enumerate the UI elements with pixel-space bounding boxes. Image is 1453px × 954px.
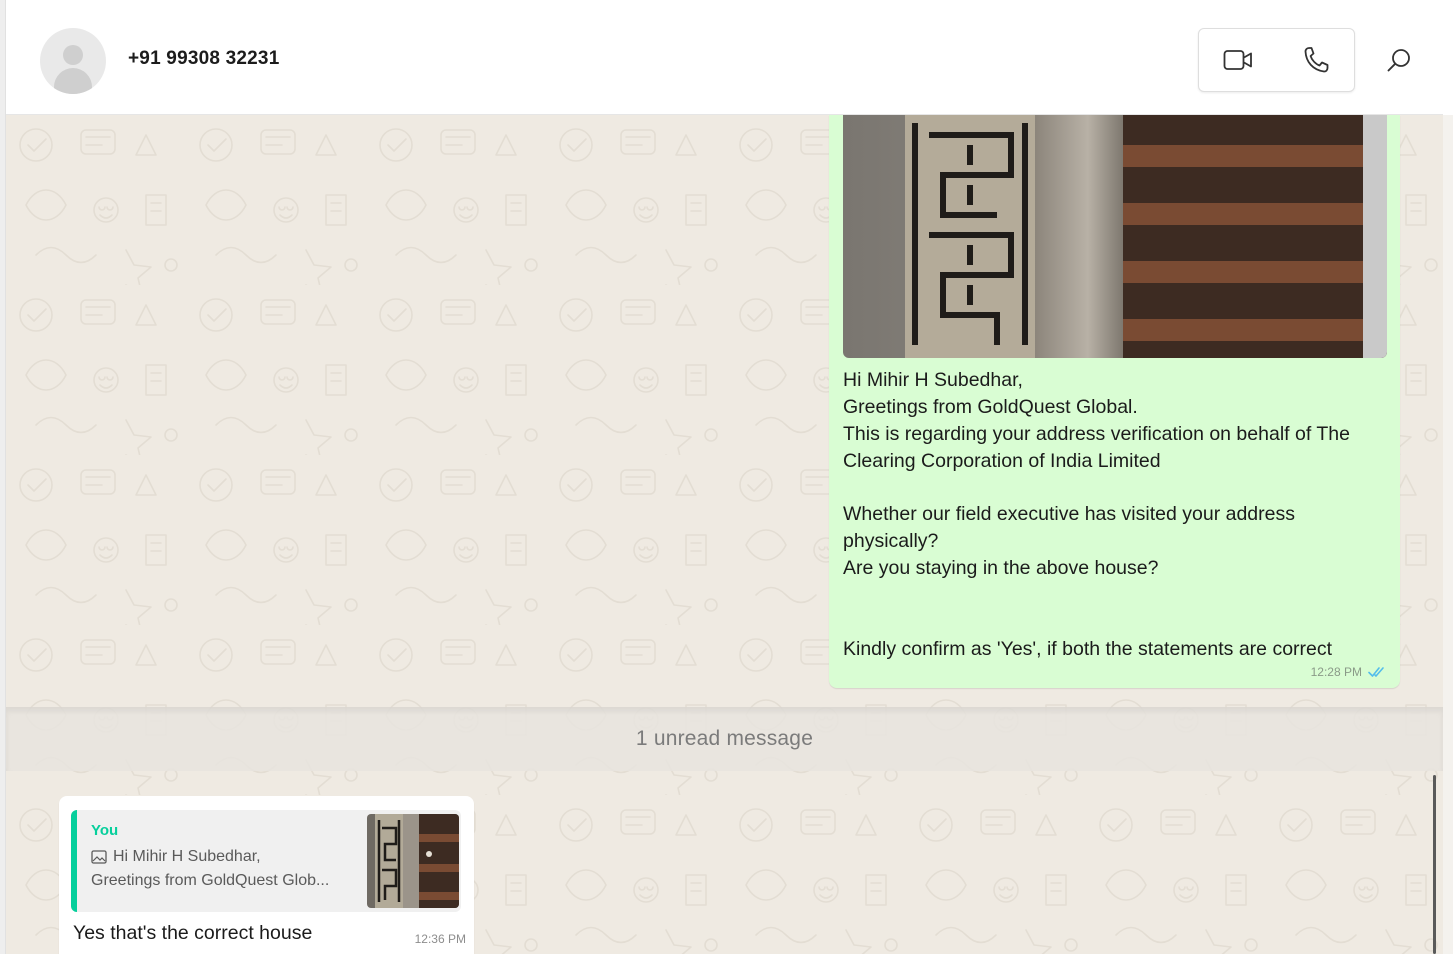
double-check-icon <box>1368 667 1384 677</box>
person-icon-head <box>63 45 83 65</box>
quote-text: Greetings from GoldQuest Glob... <box>91 872 330 889</box>
whatsapp-window: +91 99308 32231 Hi Mihir H Subedhar, Gre… <box>0 0 1453 954</box>
chat-area[interactable]: Hi Mihir H Subedhar, Greetings from Gold… <box>6 115 1443 954</box>
quote-thumbnail <box>367 814 459 908</box>
message-line: Greetings from GoldQuest Global. <box>843 396 1138 418</box>
chat-scrollbar[interactable] <box>1433 775 1436 954</box>
search-button[interactable] <box>1379 40 1419 80</box>
message-line: Kindly confirm as 'Yes', if both the sta… <box>843 638 1333 660</box>
quote-accent-bar <box>71 810 77 912</box>
house-photo-thumbnail <box>367 814 459 908</box>
quote-line: Hi Mihir H Subedhar, <box>91 848 261 866</box>
contact-avatar[interactable] <box>40 28 106 94</box>
call-buttons-group <box>1198 28 1355 92</box>
right-edge <box>1443 115 1453 954</box>
voice-call-button[interactable] <box>1277 29 1355 91</box>
search-icon <box>1387 49 1410 72</box>
phone-icon <box>1304 47 1329 73</box>
unread-divider: 1 unread message <box>6 707 1443 771</box>
unread-label: 1 unread message <box>635 727 814 750</box>
message-line: Hi Mihir H Subedhar, <box>843 369 1023 391</box>
outgoing-message-text: Hi Mihir H Subedhar, Greetings from Gold… <box>843 367 1383 663</box>
house-photo[interactable] <box>843 115 1387 358</box>
house-photo-image <box>843 115 1387 358</box>
quote-text: Hi Mihir H Subedhar, <box>113 848 261 865</box>
person-icon <box>54 68 92 94</box>
message-time: 12:28 PM <box>1310 665 1362 679</box>
contact-name[interactable]: +91 99308 32231 <box>128 48 279 70</box>
image-icon <box>91 850 107 864</box>
message-line: Are you staying in the above house? <box>843 557 1159 579</box>
video-call-button[interactable] <box>1199 29 1277 91</box>
message-line: Whether our field executive has visited … <box>843 503 1295 552</box>
quoted-message[interactable]: You Hi Mihir H Subedhar, Greetings from … <box>71 810 461 912</box>
message-meta: 12:28 PM <box>1311 665 1386 679</box>
chat-header: +91 99308 32231 <box>6 8 1443 115</box>
message-time: 12:36 PM <box>414 932 466 946</box>
incoming-message-bubble[interactable]: You Hi Mihir H Subedhar, Greetings from … <box>59 796 474 954</box>
outgoing-message-bubble[interactable]: Hi Mihir H Subedhar, Greetings from Gold… <box>829 115 1400 688</box>
message-line: This is regarding your address verificat… <box>843 423 1350 472</box>
quote-author: You <box>91 822 119 839</box>
incoming-message-text: Yes that's the correct house <box>73 922 313 944</box>
video-camera-icon <box>1223 50 1252 70</box>
